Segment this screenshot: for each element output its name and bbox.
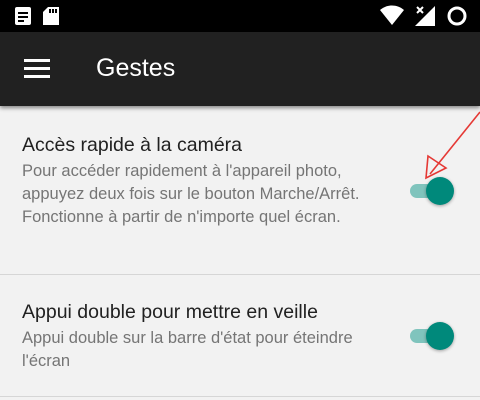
annotation-arrow-icon (425, 111, 480, 180)
